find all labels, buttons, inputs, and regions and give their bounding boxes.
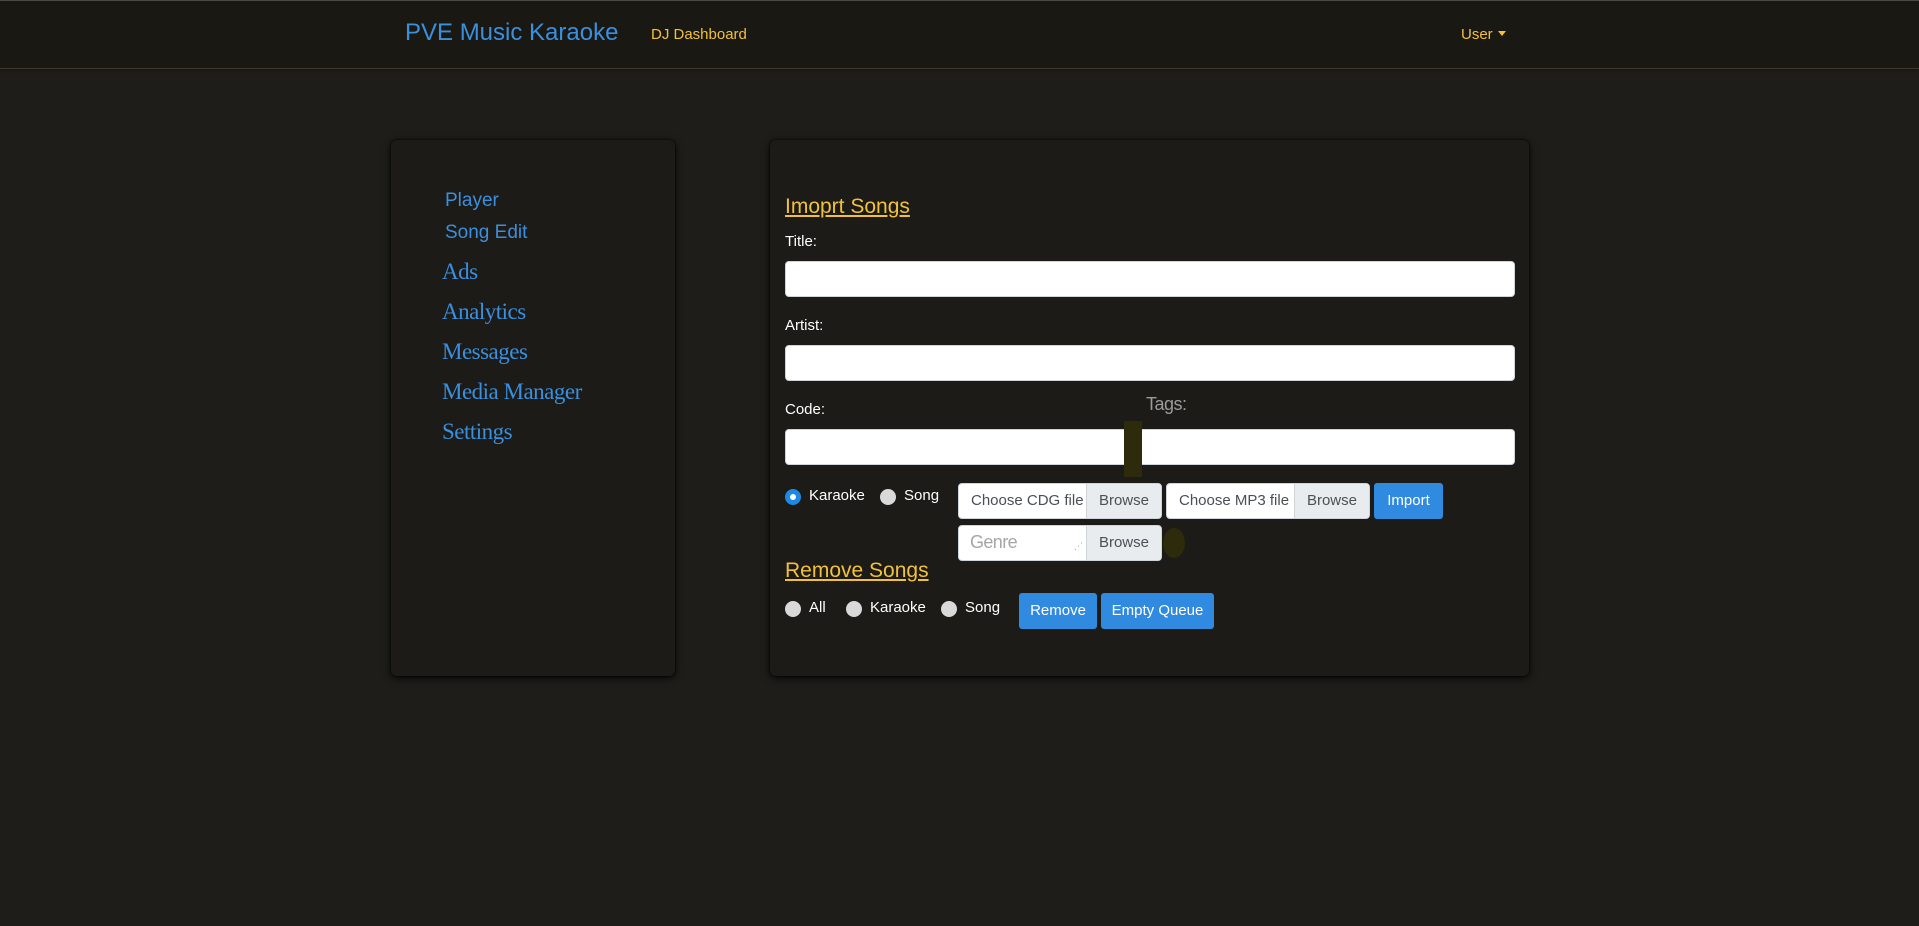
- radio-remove-all-label: All: [809, 599, 826, 616]
- radio-song-label: Song: [904, 487, 940, 504]
- radio-song[interactable]: [880, 489, 896, 505]
- cdg-file-placeholder: Choose CDG file: [971, 492, 1084, 509]
- user-menu-label: User: [1461, 26, 1493, 43]
- title-label: Title:: [785, 233, 817, 250]
- sidebar-item-player[interactable]: Player: [445, 190, 499, 212]
- genre-file-input[interactable]: Genre ⋰ Browse: [958, 525, 1162, 561]
- mp3-file-placeholder: Choose MP3 file: [1179, 492, 1290, 509]
- empty-queue-button[interactable]: Empty Queue: [1101, 593, 1214, 629]
- artist-label: Artist:: [785, 317, 824, 334]
- tags-drag-handle[interactable]: [1124, 421, 1142, 477]
- sidebar-item-messages[interactable]: Messages: [442, 339, 528, 365]
- mp3-browse-button[interactable]: Browse: [1293, 484, 1369, 518]
- import-button[interactable]: Import: [1374, 483, 1443, 519]
- genre-drag-handle[interactable]: [1163, 528, 1185, 558]
- genre-browse-button[interactable]: Browse: [1085, 526, 1161, 560]
- genre-placeholder: Genre: [970, 532, 1018, 552]
- radio-remove-karaoke[interactable]: [846, 601, 862, 617]
- cdg-browse-button[interactable]: Browse: [1085, 484, 1161, 518]
- mp3-file-input[interactable]: Choose MP3 file Browse: [1166, 483, 1370, 519]
- sidebar-item-settings[interactable]: Settings: [442, 419, 513, 445]
- radio-remove-song-label: Song: [965, 599, 1001, 616]
- sidebar-item-media-manager[interactable]: Media Manager: [442, 379, 582, 405]
- artist-input[interactable]: [785, 345, 1515, 381]
- brand-link[interactable]: PVE Music Karaoke: [405, 19, 618, 47]
- title-input[interactable]: [785, 261, 1515, 297]
- sidebar-item-ads[interactable]: Ads: [442, 259, 478, 285]
- remove-button[interactable]: Remove: [1019, 593, 1097, 629]
- import-songs-heading: Imoprt Songs: [785, 195, 910, 218]
- radio-karaoke-label: Karaoke: [809, 487, 865, 504]
- radio-remove-karaoke-label: Karaoke: [870, 599, 926, 616]
- radio-remove-song[interactable]: [941, 601, 957, 617]
- main-panel: Imoprt Songs Title: Artist: Code: Tags: …: [770, 140, 1529, 676]
- remove-songs-heading: Remove Songs: [785, 559, 929, 582]
- user-menu-toggle[interactable]: User: [1461, 26, 1506, 43]
- code-label: Code:: [785, 401, 826, 418]
- radio-remove-all[interactable]: [785, 601, 801, 617]
- cdg-file-input[interactable]: Choose CDG file Browse: [958, 483, 1162, 519]
- sidebar-item-analytics[interactable]: Analytics: [442, 299, 526, 325]
- sidebar-panel: Player Song Edit Ads Analytics Messages …: [391, 140, 675, 676]
- top-navbar: PVE Music Karaoke DJ Dashboard User: [0, 0, 1919, 69]
- caret-down-icon: [1497, 31, 1506, 36]
- nav-dj-dashboard[interactable]: DJ Dashboard: [651, 26, 747, 43]
- sidebar-item-song-edit[interactable]: Song Edit: [445, 222, 527, 244]
- tags-label: Tags:: [1146, 394, 1187, 414]
- resize-grip-icon: ⋰: [1074, 541, 1083, 551]
- code-input[interactable]: [785, 429, 1515, 465]
- radio-karaoke[interactable]: [785, 489, 801, 505]
